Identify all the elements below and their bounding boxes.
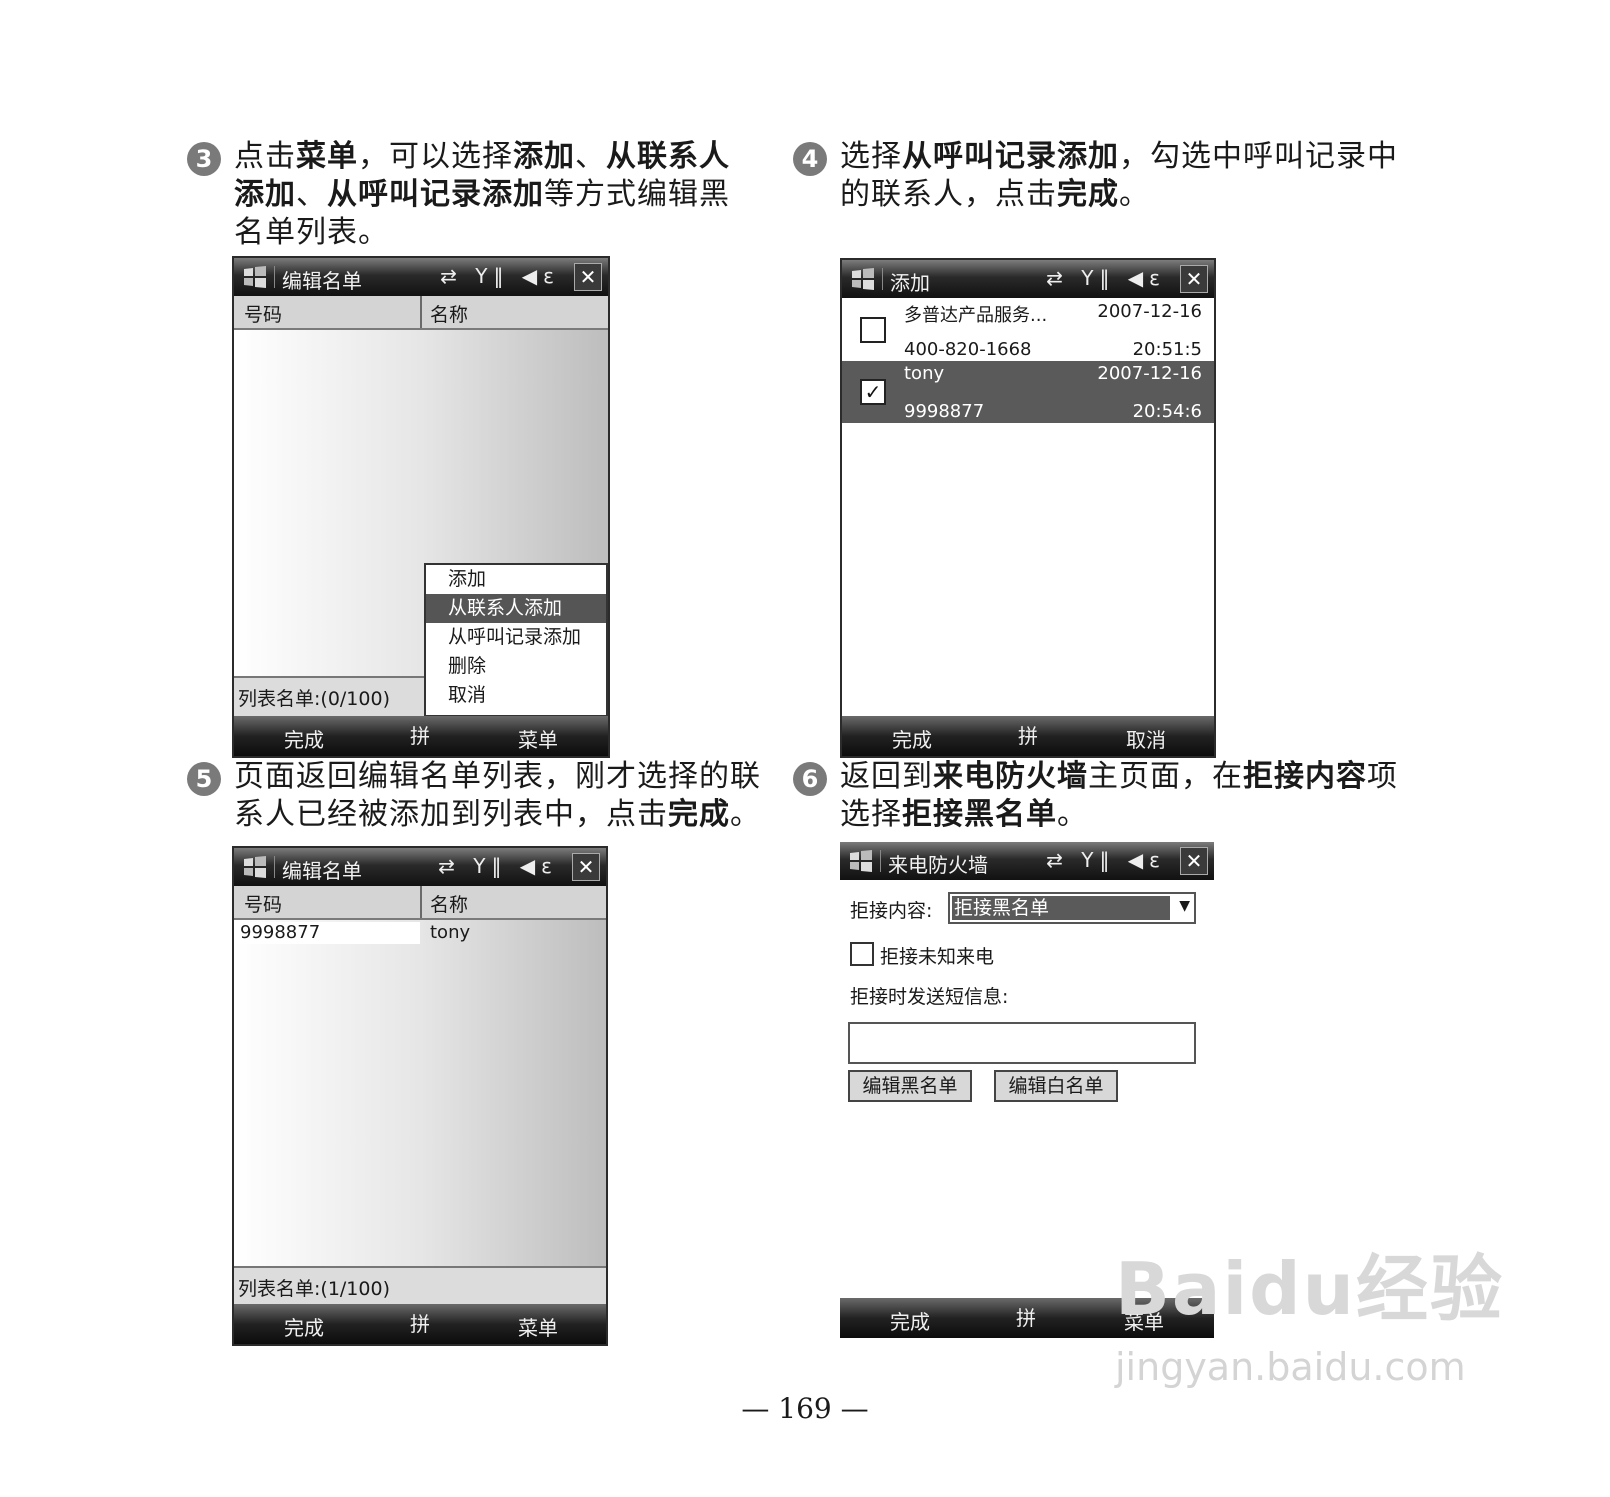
window-title: 添加: [890, 271, 930, 295]
column-number-header[interactable]: 号码: [244, 890, 282, 917]
step-4-badge: 4: [793, 142, 827, 176]
title-bar: 编辑名单 ⇄ Y‖ ◀ε ✕: [234, 848, 606, 886]
softkey-done[interactable]: 完成: [284, 724, 324, 753]
close-button[interactable]: ✕: [574, 263, 602, 291]
step-5-badge: 5: [187, 762, 221, 796]
row-name: tony: [430, 922, 471, 943]
caller-name: tony: [904, 363, 945, 384]
window-title: 编辑名单: [282, 859, 362, 883]
watermark-url: jingyan.baidu.com: [1115, 1345, 1466, 1389]
softkey-bar: 完成 拼 菜单: [234, 1304, 606, 1344]
reject-sms-input[interactable]: [848, 1022, 1196, 1064]
list-row[interactable]: 9998877: [234, 922, 420, 944]
caller-name: 多普达产品服务...: [904, 305, 1048, 326]
call-time: 20:54:6: [1132, 401, 1202, 422]
menu-item-add[interactable]: 添加: [426, 565, 606, 594]
title-bar: 添加 ⇄ Y‖ ◀ε ✕: [842, 260, 1214, 298]
input-method-icon[interactable]: 拼: [410, 720, 430, 749]
window-title: 来电防火墙: [888, 853, 988, 877]
title-separator: [880, 850, 881, 872]
reject-unknown-label: 拒接未知来电: [880, 946, 995, 968]
reject-content-label: 拒接内容:: [850, 900, 933, 922]
caller-number: 400-820-1668: [904, 339, 1032, 360]
menu-item-cancel[interactable]: 取消: [426, 681, 606, 710]
column-header: 号码 名称: [234, 296, 608, 330]
chevron-down-icon[interactable]: ▼: [1179, 898, 1190, 914]
screen-edit-list-menu: 编辑名单 ⇄ Y‖ ◀ε ✕ 号码 名称 列表名单:(0/100) 添加 从联系…: [232, 256, 610, 758]
step-4-text: 选择从呼叫记录添加，勾选中呼叫记录中的联系人，点击完成。: [840, 139, 1398, 212]
call-log-row[interactable]: 多普达产品服务... 2007-12-16 400-820-1668 20:51…: [842, 299, 1214, 361]
popup-menu: 添加 从联系人添加 从呼叫记录添加 删除 取消: [424, 563, 608, 717]
close-button[interactable]: ✕: [1180, 847, 1208, 875]
call-date: 2007-12-16: [1097, 363, 1202, 384]
page-number: — 169 —: [741, 1392, 869, 1425]
title-separator: [274, 856, 275, 878]
screen-edit-list-updated: 编辑名单 ⇄ Y‖ ◀ε ✕ 号码 名称 9998877 tony 列表名单:(…: [232, 846, 608, 1346]
softkey-menu[interactable]: 菜单: [518, 724, 558, 753]
status-icons: ⇄ Y‖ ◀ε: [438, 854, 558, 878]
call-date: 2007-12-16: [1097, 301, 1202, 322]
column-header: 号码 名称: [234, 886, 606, 920]
windows-start-icon[interactable]: [242, 265, 268, 289]
windows-start-icon[interactable]: [850, 267, 876, 291]
menu-item-add-from-call-log[interactable]: 从呼叫记录添加: [426, 623, 606, 652]
list-body[interactable]: 9998877 tony: [234, 920, 606, 1266]
column-divider: [420, 886, 422, 918]
title-separator: [274, 266, 275, 288]
close-button[interactable]: ✕: [1180, 265, 1208, 293]
title-separator: [882, 268, 883, 290]
caller-number: 9998877: [904, 401, 985, 422]
list-count-label: 列表名单:(1/100): [238, 1278, 390, 1300]
title-bar: 编辑名单 ⇄ Y‖ ◀ε ✕: [234, 258, 608, 296]
step-5-text: 页面返回编辑名单列表，刚才选择的联系人已经被添加到列表中，点击完成。: [234, 759, 761, 832]
reject-unknown-checkbox[interactable]: [850, 942, 874, 966]
input-method-icon[interactable]: 拼: [410, 1308, 430, 1337]
row-checkbox[interactable]: [860, 317, 886, 343]
row-checkbox-checked[interactable]: ✓: [860, 379, 886, 405]
screen-add-from-call-log: 添加 ⇄ Y‖ ◀ε ✕ 多普达产品服务... 2007-12-16 400-8…: [840, 258, 1216, 758]
menu-item-add-from-contacts[interactable]: 从联系人添加: [426, 594, 606, 623]
title-bar: 来电防火墙 ⇄ Y‖ ◀ε ✕: [840, 842, 1214, 880]
softkey-done[interactable]: 完成: [892, 724, 932, 753]
softkey-done[interactable]: 完成: [890, 1306, 930, 1335]
call-time: 20:51:5: [1132, 339, 1202, 360]
close-button[interactable]: ✕: [572, 853, 600, 881]
column-name-header[interactable]: 名称: [430, 300, 468, 327]
softkey-bar: 完成 拼 取消: [842, 716, 1214, 756]
step-3-badge: 3: [187, 142, 221, 176]
softkey-menu[interactable]: 菜单: [518, 1312, 558, 1341]
softkey-cancel[interactable]: 取消: [1126, 724, 1166, 753]
call-log-row-selected[interactable]: ✓ tony 2007-12-16 9998877 20:54:6: [842, 361, 1214, 423]
baidu-jingyan-watermark: Baidu经验: [1115, 1247, 1504, 1331]
softkey-bar: 完成 拼 菜单: [234, 716, 608, 756]
column-name-header[interactable]: 名称: [430, 890, 468, 917]
reject-content-dropdown[interactable]: 拒接黑名单 ▼: [948, 892, 1196, 924]
windows-start-icon[interactable]: [242, 855, 268, 879]
step-3-text: 点击菜单，可以选择添加、从联系人添加、从呼叫记录添加等方式编辑黑名单列表。: [234, 139, 730, 250]
menu-item-delete[interactable]: 删除: [426, 652, 606, 681]
list-status: 列表名单:(1/100): [234, 1266, 606, 1306]
reject-sms-label: 拒接时发送短信息:: [850, 986, 1009, 1008]
column-number-header[interactable]: 号码: [244, 300, 282, 327]
step-6-text: 返回到来电防火墙主页面，在拒接内容项选择拒接黑名单。: [840, 759, 1398, 832]
step-6-badge: 6: [793, 762, 827, 796]
status-icons: ⇄ Y‖ ◀ε: [440, 264, 560, 288]
window-title: 编辑名单: [282, 269, 362, 293]
list-count-label: 列表名单:(0/100): [238, 688, 390, 710]
windows-start-icon[interactable]: [848, 849, 874, 873]
reject-content-value: 拒接黑名单: [952, 896, 1170, 920]
status-icons: ⇄ Y‖ ◀ε: [1046, 848, 1166, 872]
column-divider: [420, 296, 422, 328]
softkey-done[interactable]: 完成: [284, 1312, 324, 1341]
input-method-icon[interactable]: 拼: [1018, 720, 1038, 749]
edit-whitelist-button[interactable]: 编辑白名单: [994, 1070, 1118, 1102]
edit-blacklist-button[interactable]: 编辑黑名单: [848, 1070, 972, 1102]
status-icons: ⇄ Y‖ ◀ε: [1046, 266, 1166, 290]
row-number: 9998877: [240, 922, 321, 943]
input-method-icon[interactable]: 拼: [1016, 1302, 1036, 1331]
